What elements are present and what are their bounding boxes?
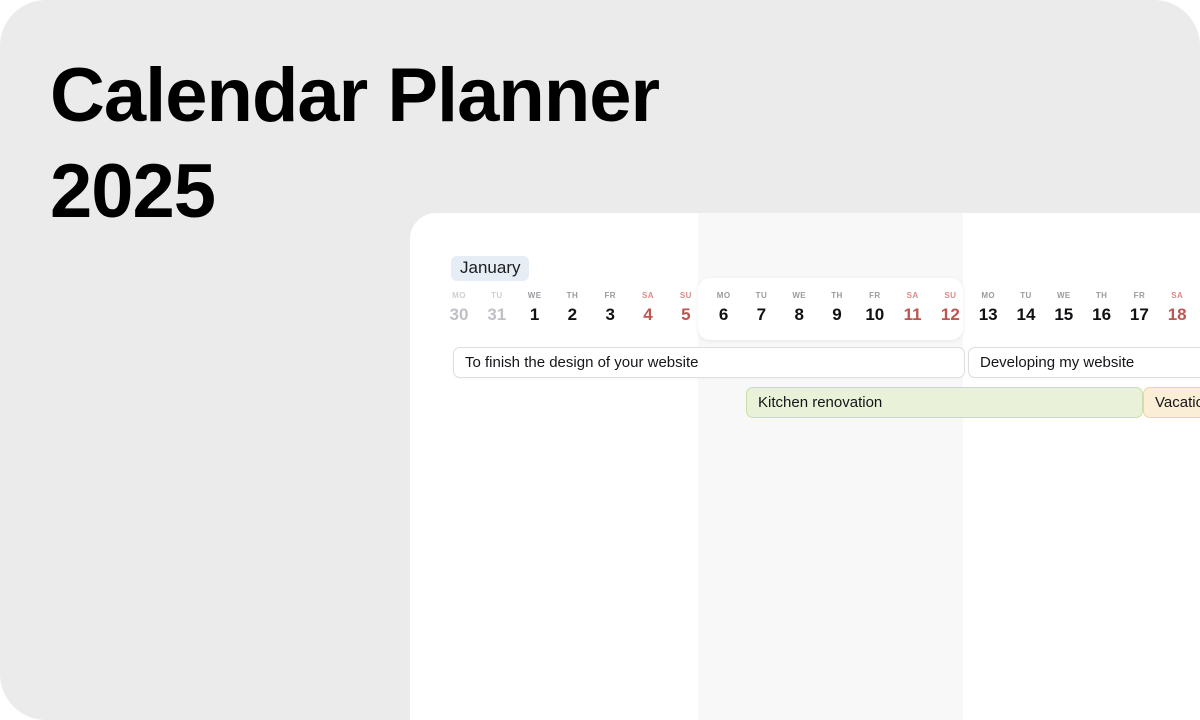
- day-cell-13[interactable]: MO 13: [969, 291, 1007, 326]
- day-number: 1: [529, 305, 540, 324]
- day-abbr: SU: [1196, 291, 1200, 301]
- day-number: 16: [1092, 305, 1112, 324]
- day-number: 4: [643, 305, 653, 324]
- page-title: Calendar Planner 2025: [50, 53, 660, 234]
- day-number: 2: [567, 305, 578, 324]
- calendar-card: January MO 30 TU 31 WE 1 TH 2 FR 3 SA 4 SU 5 MO 6 TU 7 WE 8…: [410, 213, 1200, 720]
- month-badge[interactable]: January: [451, 256, 530, 281]
- day-abbr: WE: [1056, 291, 1071, 300]
- day-cell-17[interactable]: FR 17: [1120, 291, 1158, 326]
- day-abbr: MO: [452, 291, 466, 300]
- day-cell-7[interactable]: TU 7: [742, 291, 780, 326]
- day-cell-6[interactable]: MO 6: [705, 291, 743, 326]
- day-number: 9: [832, 305, 842, 324]
- day-number: 7: [756, 305, 767, 324]
- day-abbr: SU: [679, 291, 692, 300]
- day-abbr: FR: [869, 291, 881, 300]
- day-abbr: SU: [944, 291, 957, 300]
- screenshot-root: Calendar Planner 2025 January MO 30 TU 31 WE…: [0, 0, 1200, 720]
- day-cell-12[interactable]: SU 12: [931, 291, 969, 326]
- day-abbr: MO: [716, 291, 731, 300]
- day-abbr: WE: [527, 291, 542, 300]
- day-cell-16[interactable]: TH 16: [1083, 291, 1121, 326]
- day-number: 3: [605, 305, 615, 324]
- day-cell-14[interactable]: TU 14: [1007, 291, 1045, 326]
- day-number: 12: [940, 305, 960, 324]
- calendar-event[interactable]: Kitchen renovation: [746, 387, 1143, 418]
- day-header-strip: MO 30 TU 31 WE 1 TH 2 FR 3 SA 4 SU 5 MO 6 TU 7 WE 8 TH 9 FR 10 S…: [410, 291, 1200, 336]
- day-cell-1[interactable]: WE 1: [516, 291, 554, 326]
- day-cell-19[interactable]: SU 19: [1196, 291, 1200, 326]
- day-number: 11: [903, 305, 922, 324]
- day-abbr: TH: [566, 291, 579, 300]
- day-cell-18[interactable]: SA 18: [1158, 291, 1196, 326]
- day-abbr: MO: [981, 291, 996, 300]
- day-number: 6: [718, 305, 729, 324]
- day-cell-15[interactable]: WE 15: [1045, 291, 1083, 326]
- day-abbr: FR: [604, 291, 616, 300]
- calendar-event[interactable]: To finish the design of your website: [453, 347, 965, 378]
- day-number: 15: [1054, 305, 1074, 324]
- day-cell-11[interactable]: SA 11: [894, 291, 932, 326]
- day-number: 10: [865, 305, 885, 324]
- day-abbr: SA: [906, 291, 919, 300]
- day-number: 30: [449, 305, 469, 324]
- day-abbr: TU: [1020, 291, 1032, 300]
- day-cell-4[interactable]: SA 4: [629, 291, 667, 326]
- day-abbr: SA: [1171, 291, 1184, 300]
- day-number: 19: [1196, 304, 1200, 326]
- day-number: 18: [1167, 305, 1187, 324]
- day-abbr: FR: [1133, 291, 1146, 300]
- day-number: 31: [487, 305, 507, 324]
- day-number: 17: [1129, 305, 1149, 324]
- day-cell-8[interactable]: WE 8: [780, 291, 818, 326]
- day-cell-30[interactable]: MO 30: [440, 291, 478, 326]
- day-abbr: TH: [1095, 291, 1108, 300]
- calendar-event[interactable]: Vacation: [1143, 387, 1200, 418]
- day-number: 5: [681, 305, 691, 324]
- day-cell-10[interactable]: FR 10: [856, 291, 894, 326]
- day-cell-2[interactable]: TH 2: [553, 291, 591, 326]
- day-abbr: SA: [642, 291, 654, 300]
- day-abbr: TU: [755, 291, 768, 300]
- day-number: 13: [978, 305, 998, 324]
- day-number: 14: [1016, 305, 1036, 324]
- calendar-event[interactable]: Developing my website: [968, 347, 1200, 378]
- day-abbr: TH: [831, 291, 843, 300]
- day-cell-9[interactable]: TH 9: [818, 291, 856, 326]
- day-abbr: WE: [792, 291, 807, 300]
- day-number: 8: [794, 305, 804, 324]
- day-cell-31[interactable]: TU 31: [478, 291, 516, 326]
- day-cell-3[interactable]: FR 3: [591, 291, 629, 326]
- day-abbr: TU: [491, 291, 503, 300]
- day-cell-5[interactable]: SU 5: [667, 291, 705, 326]
